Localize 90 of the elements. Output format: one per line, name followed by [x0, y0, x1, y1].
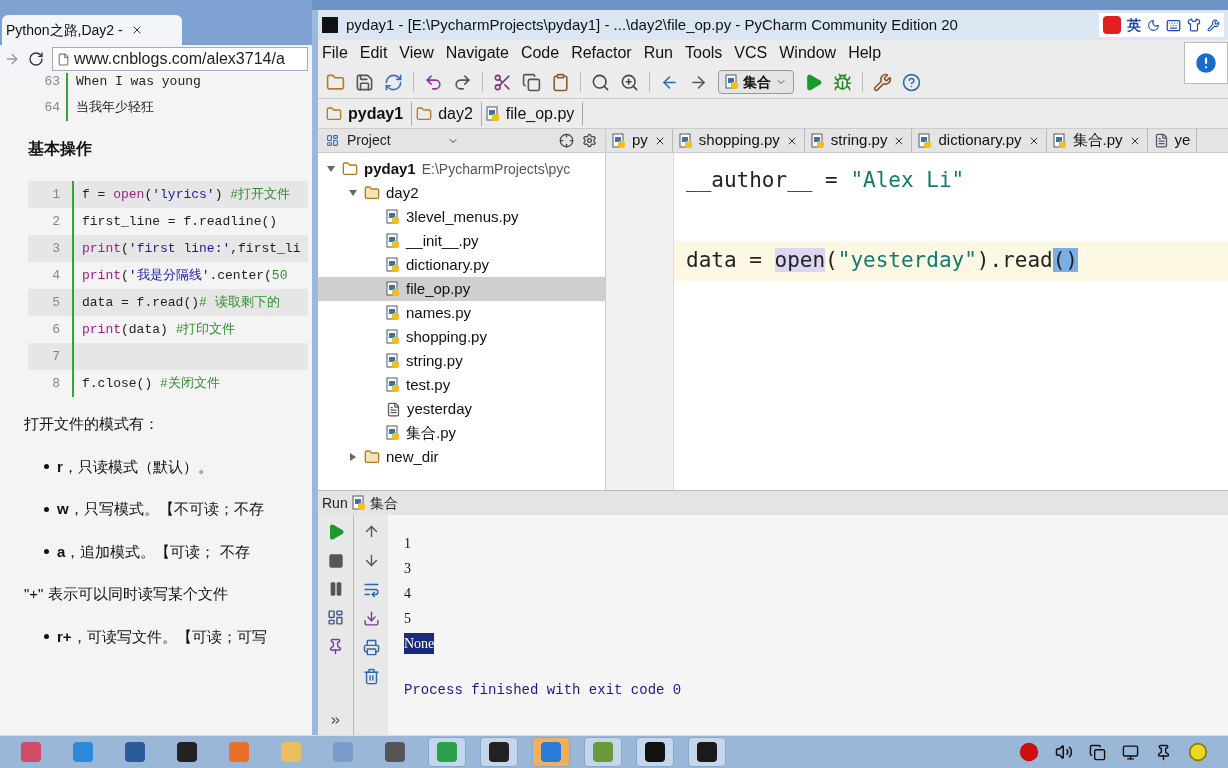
browser-tab[interactable]: Python之路,Day2 - [2, 15, 182, 45]
tab-title: Python之路,Day2 - [6, 20, 123, 40]
line-number: 63 [43, 73, 60, 92]
menu-item[interactable]: Tools [685, 41, 723, 65]
tree-item[interactable]: 3level_menus.py [318, 205, 605, 229]
tree-item[interactable]: test.py [318, 373, 605, 397]
line-number: 64 [43, 99, 60, 118]
editor-code-line: data = open("yesterday").read() [686, 247, 1078, 275]
editor-code-line: __author__ = "Alex Li" [686, 167, 965, 195]
line-number: 8 [51, 374, 60, 393]
tree-item-label: shopping.py [406, 326, 487, 347]
menu-item[interactable]: VCS [734, 41, 768, 65]
console-line: 3 [404, 560, 411, 578]
editor-tab[interactable]: py [606, 129, 673, 152]
console-line: 4 [404, 585, 411, 603]
tree-item-label: 3level_menus.py [406, 206, 519, 227]
tree-item-path: E:\PycharmProjects\pyc [421, 159, 571, 179]
menu-item[interactable]: Window [779, 41, 837, 65]
code-line: print(data) #打印文件 [82, 320, 236, 339]
section-heading: 基本操作 [28, 139, 93, 159]
tree-item[interactable]: names.py [318, 301, 605, 325]
url-text: www.cnblogs.com/alex3714/a [74, 49, 285, 69]
list-item: a，追加模式。【可读； 不存 [57, 541, 250, 562]
code-line: print('first line:',first_li [82, 239, 301, 258]
tree-item[interactable]: yesterday [318, 397, 605, 421]
console-line: 5 [404, 610, 411, 628]
tree-item-label: day2 [386, 182, 419, 203]
line-number: 6 [51, 320, 60, 339]
tree-item[interactable]: dictionary.py [318, 253, 605, 277]
tree-item[interactable]: new_dir [318, 445, 605, 469]
tree-item[interactable]: file_op.py [318, 277, 605, 301]
breadcrumb[interactable]: file_op.py [485, 101, 584, 126]
menu-item[interactable]: Refactor [571, 41, 632, 65]
menu-item[interactable]: Code [520, 41, 560, 65]
editor-tab[interactable]: ye [1147, 129, 1198, 152]
run-config-dropdown[interactable]: 集合 [718, 70, 794, 94]
ime-language[interactable]: 英 [1127, 14, 1141, 36]
tree-item[interactable]: __init__.py [318, 229, 605, 253]
line-number: 7 [51, 347, 60, 366]
window-title: pyday1 - [E:\PycharmProjects\pyday1] - ...\day2\file_op.py - PyCharm Community Edition 20 [346, 14, 958, 35]
menu-item[interactable]: Help [848, 41, 882, 65]
tree-item-label: dictionary.py [406, 254, 490, 275]
tree-item-label: file_op.py [406, 278, 471, 299]
code-line: data = f.read()# 读取剩下的 [82, 293, 280, 312]
menu-item[interactable]: Run [643, 41, 673, 65]
editor-tab[interactable]: string.py [804, 129, 913, 152]
list-item: r，只读模式（默认）。 [57, 456, 213, 477]
run-panel-label: Run [322, 493, 348, 513]
list-item: w，只写模式。【不可读；不存 [57, 499, 264, 519]
line-number: 2 [51, 212, 60, 231]
editor-tab[interactable]: shopping.py [672, 129, 805, 152]
address-bar[interactable]: www.cnblogs.com/alex3714/a [52, 47, 308, 71]
menu-item[interactable]: View [399, 41, 434, 65]
menu-item[interactable]: Edit [359, 41, 388, 65]
tree-item-label: test.py [406, 374, 451, 395]
line-number: 5 [51, 293, 60, 312]
list-item: r+，可读写文件。【可读；可写 [57, 626, 267, 647]
code-line: first_line = f.readline() [82, 212, 278, 231]
tree-item-label: new_dir [386, 446, 439, 467]
run-config-name: 集合 [369, 493, 398, 513]
code-line: 当我年少轻狂 [76, 99, 154, 118]
tree-item[interactable]: shopping.py [318, 325, 605, 349]
paragraph: 打开文件的模式有： [24, 414, 160, 434]
code-line: When I was young [76, 73, 201, 92]
code-line: print('我是分隔线'.center(50 [82, 266, 288, 285]
tree-item[interactable]: 集合.py [318, 421, 605, 445]
tree-item[interactable]: day2 [318, 181, 605, 205]
tree-item-label: string.py [406, 350, 463, 371]
console-line: 1 [404, 535, 411, 553]
code-line: f.close() #关闭文件 [82, 374, 220, 393]
line-number: 3 [51, 239, 60, 258]
tree-item-label: names.py [406, 302, 472, 323]
tree-item[interactable]: pyday1 E:\PycharmProjects\pyc [318, 157, 605, 181]
tree-item-label: yesterday [407, 398, 473, 419]
code-line: f = open('lyrics') #打开文件 [82, 185, 291, 204]
tree-item[interactable]: string.py [318, 349, 605, 373]
breadcrumb[interactable]: pyday1 [326, 101, 413, 126]
project-view-label[interactable]: Project [347, 130, 391, 151]
tree-item-label: pyday1 [364, 158, 416, 179]
line-number: 4 [51, 266, 60, 285]
menu-item[interactable]: Navigate [445, 41, 509, 65]
menu-item[interactable]: File [322, 41, 348, 65]
paragraph: "+" 表示可以同时读写某个文件 [24, 584, 229, 604]
line-number: 1 [51, 185, 60, 204]
tree-item-label: 集合.py [406, 422, 456, 443]
breadcrumb[interactable]: day2 [416, 101, 482, 126]
editor-tab[interactable]: 集合.py [1046, 129, 1148, 152]
editor-tab[interactable]: dictionary.py [912, 129, 1047, 152]
console-line: Process finished with exit code 0 [404, 681, 683, 700]
tree-item-label: __init__.py [406, 230, 479, 251]
